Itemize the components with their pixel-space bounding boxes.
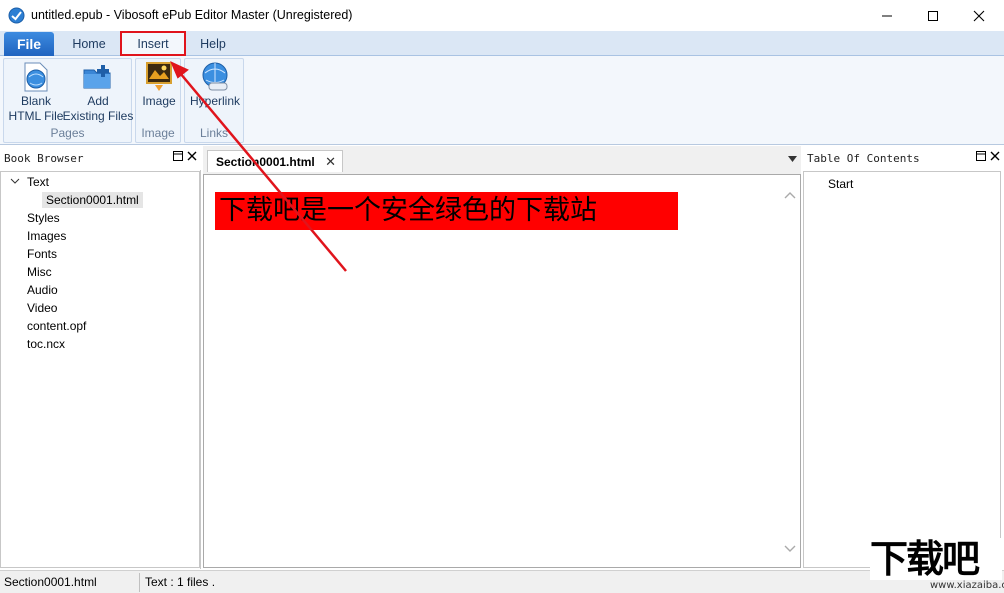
tree-folder-images[interactable]: Images bbox=[27, 229, 66, 243]
status-current-file: Section0001.html bbox=[4, 575, 97, 589]
close-tab-icon[interactable]: ✕ bbox=[325, 154, 336, 170]
minimize-button[interactable] bbox=[864, 0, 910, 31]
tab-help[interactable]: Help bbox=[188, 31, 238, 56]
tree-folder-audio[interactable]: Audio bbox=[27, 283, 58, 297]
folder-add-icon bbox=[83, 65, 111, 89]
tree-folder-fonts[interactable]: Fonts bbox=[27, 247, 57, 261]
close-button[interactable] bbox=[956, 0, 1002, 31]
book-browser-title: Book Browser bbox=[4, 151, 84, 165]
doc-tab-label: Section0001.html bbox=[216, 154, 315, 169]
hyperlink-globe-icon bbox=[202, 62, 228, 91]
content-headline[interactable]: 下载吧是一个安全绿色的下载站 bbox=[215, 192, 678, 230]
minimize-icon bbox=[882, 15, 892, 16]
book-browser-header: Book Browser bbox=[0, 146, 201, 170]
status-info: Text : 1 files . bbox=[145, 575, 216, 589]
toc-item-start[interactable]: Start bbox=[828, 177, 853, 191]
status-divider bbox=[139, 573, 140, 592]
tab-file[interactable]: File bbox=[4, 32, 54, 56]
add-existing-files-button[interactable]: Add Existing Files bbox=[62, 61, 134, 123]
insert-hyperlink-button[interactable]: Hyperlink bbox=[186, 61, 244, 108]
toc-panel: Table Of Contents Start bbox=[803, 146, 1004, 569]
tree-folder-styles[interactable]: Styles bbox=[27, 211, 60, 225]
tree-file-content-opf[interactable]: content.opf bbox=[27, 319, 86, 333]
maximize-icon bbox=[928, 10, 938, 21]
book-browser-panel: Book Browser Text Section0001.html Style… bbox=[0, 146, 201, 569]
watermark-url: www.xiazaiba.com bbox=[930, 580, 1004, 591]
group-image: Image Image bbox=[135, 58, 181, 143]
title-bar: untitled.epub - Vibosoft ePub Editor Mas… bbox=[0, 0, 1004, 31]
tab-section0001[interactable]: Section0001.html ✕ bbox=[207, 150, 343, 172]
ribbon-tab-bar: File Home Insert Help bbox=[0, 31, 1004, 56]
tab-insert[interactable]: Insert bbox=[121, 31, 185, 56]
group-image-label: Image bbox=[141, 126, 175, 140]
blank-html-file-button[interactable]: Blank HTML File bbox=[6, 61, 66, 123]
group-links: Hyperlink Links bbox=[184, 58, 244, 143]
window-title: untitled.epub - Vibosoft ePub Editor Mas… bbox=[31, 8, 353, 22]
blank-html-label-line1: Blank bbox=[20, 94, 52, 108]
tree-file-section0001[interactable]: Section0001.html bbox=[42, 192, 143, 208]
toc-header: Table Of Contents bbox=[803, 146, 1004, 170]
group-links-label: Links bbox=[199, 126, 228, 140]
status-bar: Section0001.html Text : 1 files . bbox=[0, 570, 1004, 593]
tree-file-toc-ncx[interactable]: toc.ncx bbox=[27, 337, 65, 351]
ribbon-panel: Blank HTML File Add Existing Files Pages bbox=[0, 56, 1004, 145]
chevron-down-icon[interactable] bbox=[10, 177, 20, 185]
restore-panel-icon[interactable] bbox=[173, 151, 183, 161]
insert-image-button[interactable]: Image bbox=[138, 61, 180, 108]
scroll-up-icon[interactable] bbox=[784, 191, 796, 199]
book-tree: Text Section0001.html Styles Images Font… bbox=[0, 171, 200, 568]
tab-list-dropdown-icon[interactable] bbox=[788, 156, 797, 162]
tab-home[interactable]: Home bbox=[60, 31, 118, 56]
blank-html-label-line2: HTML File bbox=[8, 109, 64, 123]
restore-panel-icon[interactable] bbox=[976, 151, 986, 161]
blank-page-globe-icon bbox=[24, 62, 48, 92]
hyperlink-button-label: Hyperlink bbox=[189, 94, 240, 108]
image-button-label: Image bbox=[142, 94, 176, 108]
scroll-down-icon[interactable] bbox=[784, 545, 796, 553]
add-existing-label-line2: Existing Files bbox=[62, 109, 134, 123]
editor-tab-strip: Section0001.html ✕ bbox=[203, 146, 801, 174]
tree-folder-video[interactable]: Video bbox=[27, 301, 57, 315]
group-pages: Blank HTML File Add Existing Files Pages bbox=[3, 58, 134, 143]
app-logo-icon bbox=[8, 7, 25, 24]
toc-title: Table Of Contents bbox=[807, 151, 920, 165]
watermark-logo: 下载吧 bbox=[870, 538, 1002, 580]
maximize-button[interactable] bbox=[910, 0, 956, 31]
html-editor-area[interactable]: 下载吧是一个安全绿色的下载站 bbox=[203, 174, 801, 568]
close-panel-icon[interactable] bbox=[187, 151, 197, 161]
group-pages-label: Pages bbox=[50, 126, 85, 140]
toc-list: Start bbox=[803, 171, 1001, 568]
close-panel-icon[interactable] bbox=[990, 151, 1000, 161]
image-icon bbox=[146, 62, 172, 91]
tree-folder-text[interactable]: Text bbox=[27, 175, 49, 189]
tree-folder-misc[interactable]: Misc bbox=[27, 265, 52, 279]
add-existing-label-line1: Add bbox=[87, 94, 109, 108]
close-icon bbox=[973, 10, 985, 21]
